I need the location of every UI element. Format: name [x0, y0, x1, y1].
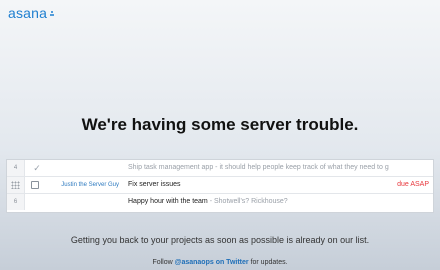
task-row[interactable]: 6 Happy hour with the team - Shotwell's?…: [7, 194, 433, 211]
twitter-link[interactable]: @asanaops on Twitter: [175, 259, 249, 266]
task-text[interactable]: Happy hour with the team - Shotwell's? R…: [128, 194, 288, 210]
logo-dots-icon: [50, 11, 55, 18]
task-name: Happy hour with the team: [128, 198, 208, 205]
task-number: 6: [7, 194, 25, 210]
task-description: - it should help people keep track of wh…: [213, 164, 389, 171]
due-date-label[interactable]: due ASAP: [397, 177, 429, 193]
task-list: 4 ✓ Ship task management app - it should…: [6, 159, 434, 213]
task-number: 4: [7, 160, 25, 176]
logo-text: asana: [8, 5, 48, 21]
checkbox-icon[interactable]: [31, 181, 39, 189]
task-row[interactable]: Justin the Server Guy Fix server issues …: [7, 177, 433, 194]
status-message: Getting you back to your projects as soo…: [70, 235, 370, 245]
footer-suffix: for updates.: [248, 259, 288, 266]
task-description: - Shotwell's? Rickhouse?: [207, 198, 288, 205]
task-text[interactable]: Fix server issues: [128, 177, 181, 193]
task-name: Fix server issues: [128, 181, 181, 188]
footer-prefix: Follow: [152, 259, 175, 266]
drag-handle[interactable]: [7, 177, 25, 193]
task-row[interactable]: 4 ✓ Ship task management app - it should…: [7, 160, 433, 177]
checkmark-icon[interactable]: ✓: [31, 160, 43, 176]
task-assignee[interactable]: Justin the Server Guy: [47, 177, 119, 193]
grip-icon: [11, 181, 20, 189]
footer-note: Follow @asanaops on Twitter for updates.: [0, 259, 440, 266]
asana-logo[interactable]: asana: [8, 5, 55, 21]
task-name: Ship task management app: [128, 164, 214, 171]
task-text[interactable]: Ship task management app - it should hel…: [128, 160, 389, 176]
page-title: We're having some server trouble.: [81, 115, 359, 134]
